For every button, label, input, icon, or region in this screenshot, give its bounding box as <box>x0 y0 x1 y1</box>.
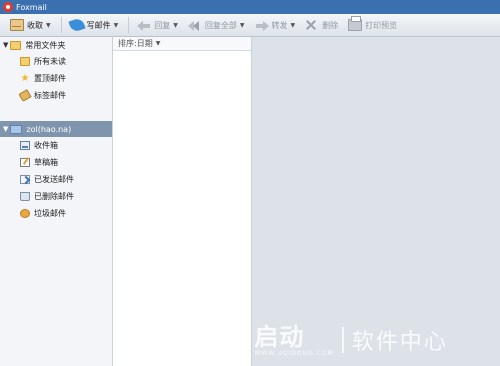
folder-label: 已发送邮件 <box>34 175 74 184</box>
folder-label: 已删除邮件 <box>34 192 74 201</box>
chevron-down-icon[interactable]: ▼ <box>240 22 245 29</box>
folder-item-deleted[interactable]: 已删除邮件 <box>0 188 112 205</box>
folder-item-unread[interactable]: 所有未读 <box>0 53 112 70</box>
folder-item-tagged[interactable]: 标签邮件 <box>0 87 112 104</box>
receive-label: 收取 <box>27 20 43 30</box>
chevron-down-icon[interactable]: ▼ <box>173 22 178 29</box>
reply-arrow-icon <box>137 19 151 31</box>
expand-triangle-icon[interactable]: ▼ <box>3 125 8 133</box>
account-header[interactable]: ▼ zol(hao.na) <box>0 121 112 137</box>
printer-icon <box>348 16 363 31</box>
sort-selector[interactable]: 排序:日期 ▼ <box>113 37 251 51</box>
watermark: U 启动 WWW.UQIDONG.COM 软件中心 <box>226 320 496 360</box>
folder-label: 置顶邮件 <box>34 74 66 83</box>
preview-pane <box>252 37 500 366</box>
chevron-down-icon[interactable]: ▼ <box>156 40 161 47</box>
reply-all-button[interactable]: 回复全部 ▼ <box>184 16 249 34</box>
reply-button[interactable]: 回复 ▼ <box>133 16 182 34</box>
watermark-logo: U <box>226 322 251 358</box>
spam-icon <box>20 209 30 218</box>
watermark-url: WWW.UQIDONG.COM <box>254 349 334 357</box>
common-folders-header[interactable]: ▼ 常用文件夹 <box>0 37 112 53</box>
reply-label: 回复 <box>154 20 171 30</box>
toolbar-divider <box>60 17 62 33</box>
sent-icon <box>20 175 30 184</box>
folder-label: 所有未读 <box>34 57 66 66</box>
forward-label: 转发 <box>271 20 288 30</box>
expand-triangle-icon[interactable]: ▼ <box>3 41 8 49</box>
folder-item-drafts[interactable]: 草稿箱 <box>0 154 112 171</box>
reply-all-arrow-icon <box>187 19 202 31</box>
folder-label: 收件箱 <box>34 141 58 150</box>
account-computer-icon <box>10 124 23 134</box>
feather-pen-icon <box>67 16 86 34</box>
folder-label: 垃圾邮件 <box>34 209 66 218</box>
folder-icon <box>20 57 30 66</box>
receive-button[interactable]: 收取 ▼ <box>6 16 55 34</box>
chevron-down-icon[interactable]: ▼ <box>46 22 51 29</box>
folder-item-spam[interactable]: 垃圾邮件 <box>0 205 112 222</box>
folder-pane: ▼ 常用文件夹 所有未读 ★ 置顶邮件 标签邮件 ▼ zol(hao.na) 收… <box>0 37 113 366</box>
forward-button[interactable]: 转发 ▼ <box>251 16 300 34</box>
inbox-icon <box>20 141 30 150</box>
print-preview-label: 打印预览 <box>365 20 398 30</box>
folder-icon <box>10 40 22 50</box>
star-icon: ★ <box>20 73 30 84</box>
message-list-pane[interactable]: 排序:日期 ▼ <box>113 37 252 366</box>
folder-item-inbox[interactable]: 收件箱 <box>0 137 112 154</box>
folder-label: 标签邮件 <box>34 91 66 100</box>
title-bar: Foxmail <box>0 0 500 14</box>
chevron-down-icon[interactable]: ▼ <box>114 22 119 29</box>
foxmail-logo-icon <box>3 2 13 12</box>
compose-label: 写邮件 <box>86 20 111 30</box>
account-label: zol(hao.na) <box>26 124 72 134</box>
delete-button[interactable]: 删除 <box>301 16 342 34</box>
draft-icon <box>20 158 30 167</box>
folder-item-sent[interactable]: 已发送邮件 <box>0 171 112 188</box>
print-preview-button[interactable]: 打印预览 <box>344 16 401 34</box>
watermark-brand: 启动 WWW.UQIDONG.COM <box>254 324 333 357</box>
folder-label: 草稿箱 <box>34 158 58 167</box>
delete-x-icon <box>305 19 319 31</box>
sort-label: 排序:日期 <box>118 39 153 48</box>
toolbar: 收取 ▼ 写邮件 ▼ 回复 ▼ 回复全部 ▼ 转发 ▼ 删除 打印预览 <box>0 14 500 37</box>
window-title: Foxmail <box>16 2 47 12</box>
chevron-down-icon[interactable]: ▼ <box>291 22 296 29</box>
watermark-divider <box>341 327 344 353</box>
tag-icon <box>18 89 32 102</box>
toolbar-divider <box>128 17 130 33</box>
reply-all-label: 回复全部 <box>204 20 237 30</box>
forward-arrow-icon <box>255 19 269 31</box>
folder-item-pinned[interactable]: ★ 置顶邮件 <box>0 70 112 87</box>
watermark-brand-text: 启动 <box>254 322 305 351</box>
envelope-icon <box>10 19 24 31</box>
watermark-tagline: 软件中心 <box>351 330 448 355</box>
delete-label: 删除 <box>322 20 339 30</box>
compose-button[interactable]: 写邮件 ▼ <box>66 16 123 34</box>
trash-icon <box>20 192 30 201</box>
common-folders-label: 常用文件夹 <box>25 40 66 50</box>
